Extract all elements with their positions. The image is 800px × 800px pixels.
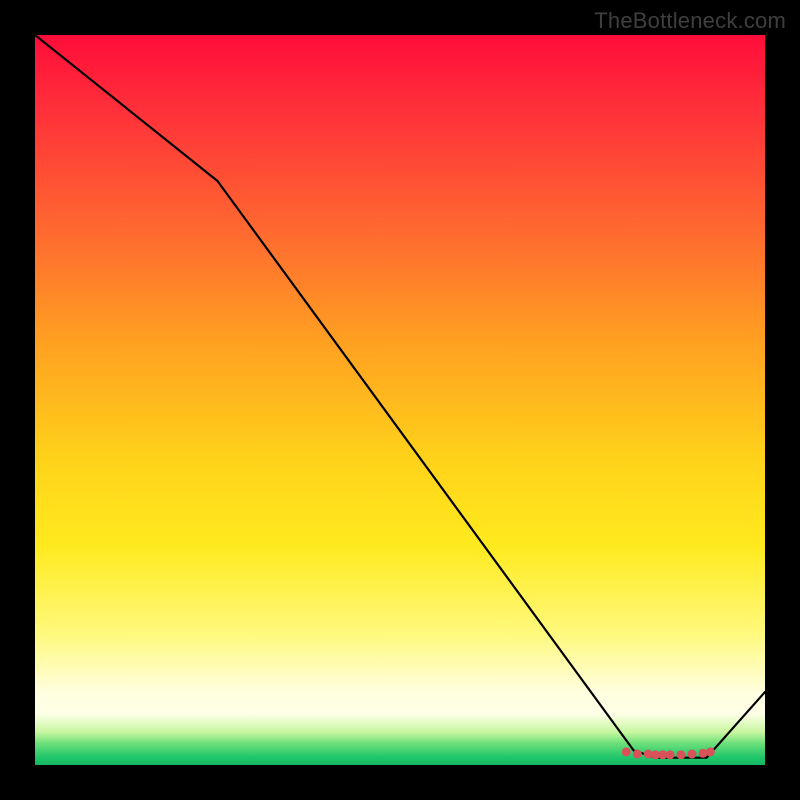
curve-line	[35, 35, 765, 758]
marker-dot	[688, 750, 697, 759]
marker-dot	[706, 747, 715, 756]
chart-frame: TheBottleneck.com	[0, 0, 800, 800]
chart-overlay	[35, 35, 765, 765]
marker-dot	[622, 747, 631, 756]
marker-dot	[677, 750, 686, 759]
marker-dot	[633, 750, 642, 759]
watermark-text: TheBottleneck.com	[594, 8, 786, 34]
marker-dot	[666, 750, 675, 759]
